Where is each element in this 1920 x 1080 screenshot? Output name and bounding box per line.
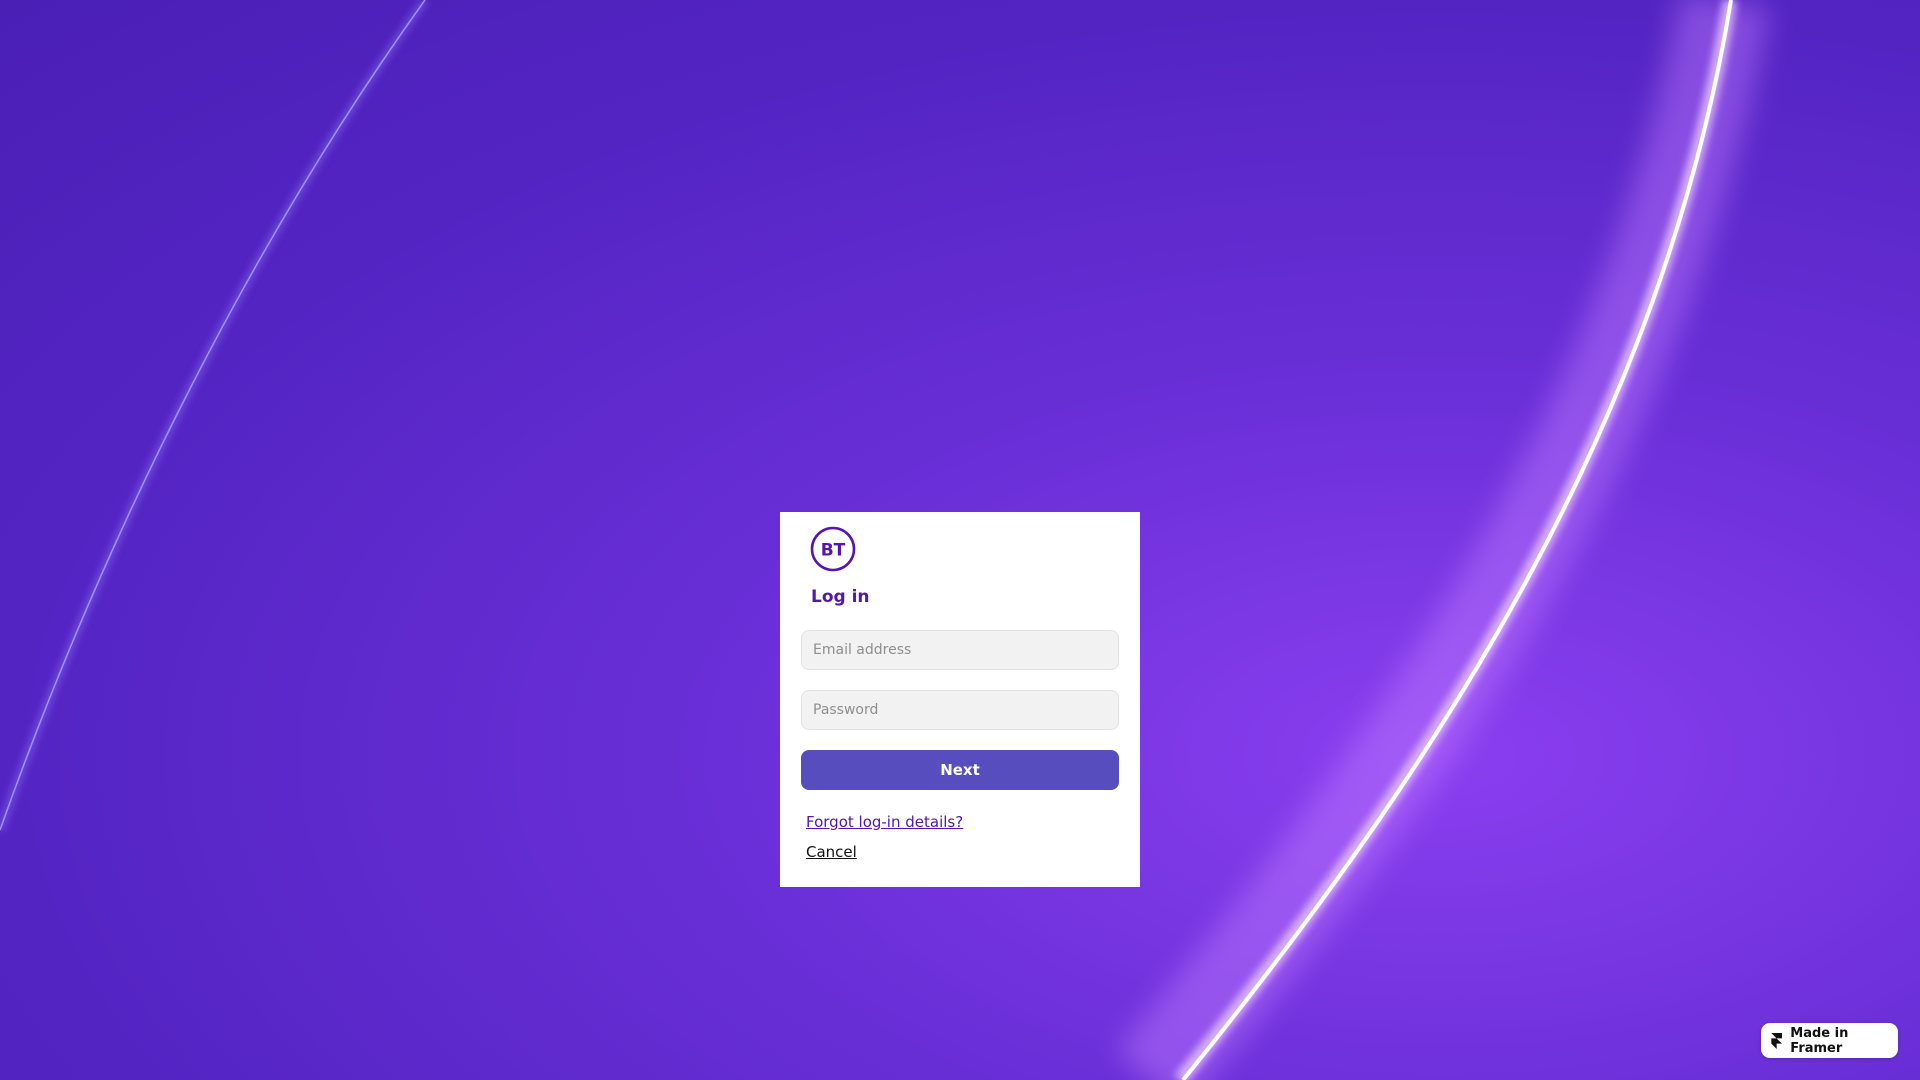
- bt-logo-icon: BT: [810, 526, 856, 572]
- page-title: Log in: [811, 587, 870, 607]
- badge-label: Made in Framer: [1790, 1025, 1849, 1056]
- bt-logo-text: BT: [821, 541, 846, 561]
- next-button[interactable]: Next: [801, 750, 1119, 790]
- email-field[interactable]: [801, 630, 1119, 670]
- made-in-framer-badge[interactable]: Made in Framer: [1761, 1023, 1898, 1058]
- cancel-link[interactable]: Cancel: [806, 843, 857, 861]
- framer-icon: [1771, 1032, 1782, 1049]
- forgot-login-link[interactable]: Forgot log-in details?: [806, 813, 963, 831]
- login-card: BT Log in Next Forgot log-in details? Ca…: [780, 512, 1140, 887]
- password-field[interactable]: [801, 690, 1119, 730]
